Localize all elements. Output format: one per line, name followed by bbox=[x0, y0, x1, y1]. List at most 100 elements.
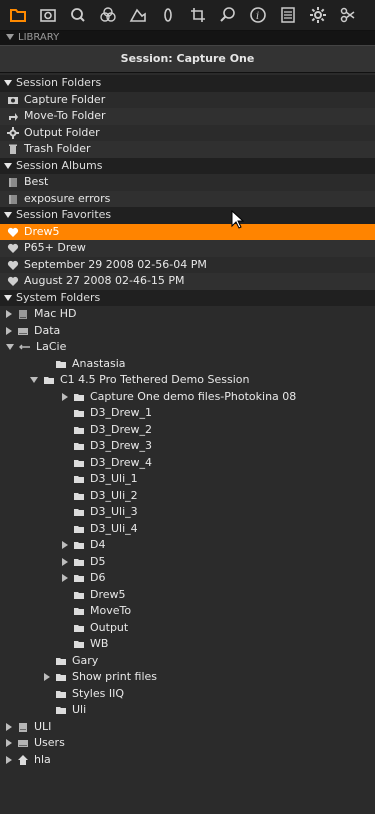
tree-item-c1-demo-session[interactable]: C1 4.5 Pro Tethered Demo Session bbox=[0, 372, 375, 389]
list-item-capture-folder[interactable]: Capture Folder bbox=[0, 91, 375, 108]
expand-triangle-icon[interactable] bbox=[4, 162, 12, 169]
section-header-session-favorites[interactable]: Session Favorites bbox=[0, 207, 375, 224]
tree-item-label: LaCie bbox=[36, 340, 67, 353]
tree-item-moveto[interactable]: MoveTo bbox=[0, 603, 375, 620]
external-drive-icon bbox=[16, 721, 29, 733]
list-item-favorite-sep29[interactable]: September 29 2008 02-56-04 PM bbox=[0, 256, 375, 273]
disclosure-triangle-icon[interactable] bbox=[6, 739, 12, 748]
tree-item-d4[interactable]: D4 bbox=[0, 537, 375, 554]
heart-icon bbox=[6, 275, 19, 287]
disclosure-triangle-icon[interactable] bbox=[44, 673, 50, 682]
expand-triangle-icon[interactable] bbox=[4, 212, 12, 219]
folder-icon bbox=[54, 671, 67, 683]
section-header-session-folders[interactable]: Session Folders bbox=[0, 75, 375, 92]
tree-item-d3-uli-1[interactable]: D3_Uli_1 bbox=[0, 471, 375, 488]
disclosure-triangle-icon[interactable] bbox=[30, 377, 38, 384]
list-item-favorite-aug27[interactable]: August 27 2008 02-46-15 PM bbox=[0, 273, 375, 290]
tree-item-anastasia[interactable]: Anastasia bbox=[0, 355, 375, 372]
section-title: Session Favorites bbox=[16, 208, 112, 221]
tree-item-data[interactable]: Data bbox=[0, 322, 375, 339]
section-header-session-albums[interactable]: Session Albums bbox=[0, 157, 375, 174]
tree-item-gary[interactable]: Gary bbox=[0, 652, 375, 669]
tree-item-d5[interactable]: D5 bbox=[0, 553, 375, 570]
folder-icon[interactable] bbox=[6, 3, 30, 27]
heart-icon bbox=[6, 259, 19, 271]
tree-item-label: D3_Drew_1 bbox=[90, 406, 152, 419]
expand-triangle-icon[interactable] bbox=[4, 80, 12, 87]
disclosure-triangle-icon[interactable] bbox=[6, 755, 12, 764]
list-item-label: Move-To Folder bbox=[24, 109, 106, 122]
metadata-icon[interactable] bbox=[276, 3, 300, 27]
heart-icon bbox=[6, 242, 19, 254]
hard-drive-icon bbox=[16, 308, 29, 320]
disclosure-triangle-icon[interactable] bbox=[6, 344, 14, 351]
disclosure-triangle-icon[interactable] bbox=[6, 722, 12, 731]
list-item-favorite-p65-drew[interactable]: P65+ Drew bbox=[0, 240, 375, 257]
folder-icon bbox=[72, 622, 85, 634]
disclosure-triangle-icon[interactable] bbox=[62, 574, 68, 583]
tree-item-d3-uli-2[interactable]: D3_Uli_2 bbox=[0, 487, 375, 504]
tree-item-lacie[interactable]: LaCie bbox=[0, 339, 375, 356]
tree-item-d3-drew-3[interactable]: D3_Drew_3 bbox=[0, 438, 375, 455]
tree-item-label: D3_Uli_3 bbox=[90, 505, 138, 518]
tree-item-drew5[interactable]: Drew5 bbox=[0, 586, 375, 603]
tree-item-label: Styles IIQ bbox=[72, 686, 125, 700]
camera-icon[interactable] bbox=[36, 3, 60, 27]
tree-item-uli-drive[interactable]: ULI bbox=[0, 718, 375, 735]
list-item-favorite-drew5-selected[interactable]: Drew5 bbox=[0, 223, 375, 240]
list-item-output-folder[interactable]: Output Folder bbox=[0, 124, 375, 141]
tree-item-users[interactable]: Users bbox=[0, 735, 375, 752]
tree-item-styles-iiq[interactable]: Styles IIQ bbox=[0, 685, 375, 702]
info-icon[interactable]: i bbox=[246, 3, 270, 27]
tree-item-uli[interactable]: Uli bbox=[0, 702, 375, 719]
section-header-system-folders[interactable]: System Folders bbox=[0, 289, 375, 306]
output-icon[interactable] bbox=[336, 3, 360, 27]
exposure-icon[interactable] bbox=[126, 3, 150, 27]
tree-item-d3-uli-4[interactable]: D3_Uli_4 bbox=[0, 520, 375, 537]
trash-icon bbox=[6, 143, 19, 155]
library-header[interactable]: LIBRARY bbox=[0, 31, 375, 45]
tree-item-d3-drew-2[interactable]: D3_Drew_2 bbox=[0, 421, 375, 438]
tree-item-d3-uli-3[interactable]: D3_Uli_3 bbox=[0, 504, 375, 521]
tree-item-label: D3_Drew_3 bbox=[90, 439, 152, 452]
color-balance-icon[interactable] bbox=[96, 3, 120, 27]
tree-item-d3-drew-4[interactable]: D3_Drew_4 bbox=[0, 454, 375, 471]
lacie-drive-icon bbox=[18, 341, 31, 353]
disclosure-triangle-icon[interactable] bbox=[6, 310, 12, 319]
list-item-label: exposure errors bbox=[24, 191, 111, 205]
home-icon bbox=[16, 754, 29, 766]
tree-item-d6[interactable]: D6 bbox=[0, 570, 375, 587]
tree-item-label: Capture One demo files-Photokina 08 bbox=[90, 389, 297, 403]
disclosure-triangle-icon[interactable] bbox=[62, 557, 68, 566]
loupe-icon[interactable] bbox=[216, 3, 240, 27]
tree-item-show-print-files[interactable]: Show print files bbox=[0, 669, 375, 686]
tree-item-label: C1 4.5 Pro Tethered Demo Session bbox=[60, 373, 250, 386]
list-item-album-exposure-errors[interactable]: exposure errors bbox=[0, 190, 375, 207]
gear-icon[interactable] bbox=[306, 3, 330, 27]
folder-icon bbox=[54, 358, 67, 370]
expand-triangle-icon[interactable] bbox=[4, 294, 12, 301]
tree-item-label: D3_Drew_2 bbox=[90, 422, 152, 436]
search-icon[interactable] bbox=[66, 3, 90, 27]
disclosure-triangle-icon[interactable] bbox=[6, 326, 12, 335]
crop-icon[interactable] bbox=[186, 3, 210, 27]
list-item-label: August 27 2008 02-46-15 PM bbox=[24, 274, 185, 287]
disclosure-triangle-icon[interactable] bbox=[62, 541, 68, 550]
tree-item-label: hla bbox=[34, 752, 51, 766]
camera-icon bbox=[6, 94, 19, 106]
tree-item-wb[interactable]: WB bbox=[0, 636, 375, 653]
tree-item-label: Show print files bbox=[72, 670, 158, 683]
disclosure-triangle-icon[interactable] bbox=[62, 392, 68, 401]
tree-item-d3-drew-1[interactable]: D3_Drew_1 bbox=[0, 405, 375, 422]
tree-item-hla[interactable]: hla bbox=[0, 751, 375, 768]
tree-item-output[interactable]: Output bbox=[0, 619, 375, 636]
list-item-album-best[interactable]: Best bbox=[0, 174, 375, 191]
list-item-move-to-folder[interactable]: Move-To Folder bbox=[0, 108, 375, 125]
tree-item-label: WB bbox=[90, 637, 109, 650]
tree-item-mac-hd[interactable]: Mac HD bbox=[0, 306, 375, 323]
lens-icon[interactable] bbox=[156, 3, 180, 27]
tree-item-capture-one-demo-files[interactable]: Capture One demo files-Photokina 08 bbox=[0, 388, 375, 405]
library-tree: Session Folders Capture Folder Move-To F… bbox=[0, 73, 375, 768]
external-drive-icon bbox=[16, 737, 29, 749]
list-item-trash-folder[interactable]: Trash Folder bbox=[0, 141, 375, 158]
